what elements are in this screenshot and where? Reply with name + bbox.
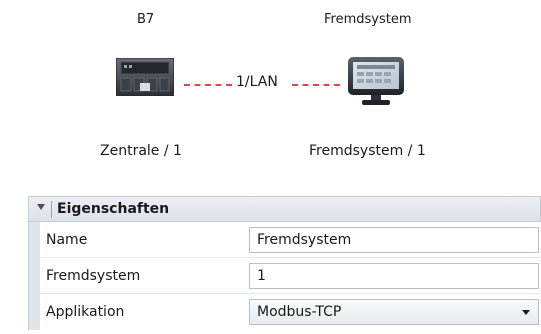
collapse-arrow-icon[interactable]	[37, 204, 45, 210]
topology-diagram: B7 Fremdsystem 1/LAN Zentrale / 1 Fremds…	[0, 0, 541, 180]
properties-header[interactable]: Eigenschaften	[28, 196, 541, 222]
device-name-fremdsystem: Fremdsystem	[324, 12, 412, 27]
property-row-fremdsystem: Fremdsystem 1	[28, 258, 541, 294]
applikation-selected-value: Modbus-TCP	[257, 304, 342, 320]
row-gutter	[28, 294, 40, 330]
properties-panel: Eigenschaften Name Fremdsystem Fremdsyst…	[28, 196, 541, 334]
controller-icon[interactable]	[115, 57, 175, 97]
property-row-name: Name Fremdsystem	[28, 222, 541, 258]
chevron-down-icon[interactable]	[522, 310, 530, 315]
link-line-right	[292, 84, 340, 86]
monitor-icon[interactable]	[346, 55, 406, 107]
fremdsystem-input[interactable]: 1	[249, 263, 539, 289]
property-label-applikation: Applikation	[46, 304, 125, 320]
device-subtitle-b7: Zentrale / 1	[100, 143, 182, 159]
link-label: 1/LAN	[236, 74, 278, 90]
header-separator	[51, 201, 52, 218]
property-row-applikation: Applikation Modbus-TCP	[28, 294, 541, 330]
row-gutter	[28, 258, 40, 294]
row-gutter	[28, 222, 40, 258]
name-input[interactable]: Fremdsystem	[249, 227, 539, 253]
property-label-fremdsystem: Fremdsystem	[46, 268, 141, 284]
applikation-select[interactable]: Modbus-TCP	[249, 299, 539, 325]
property-label-name: Name	[46, 232, 88, 248]
link-line-left	[184, 84, 232, 86]
device-subtitle-fremdsystem: Fremdsystem / 1	[309, 143, 426, 159]
properties-title: Eigenschaften	[57, 201, 170, 217]
device-name-b7: B7	[137, 12, 155, 27]
